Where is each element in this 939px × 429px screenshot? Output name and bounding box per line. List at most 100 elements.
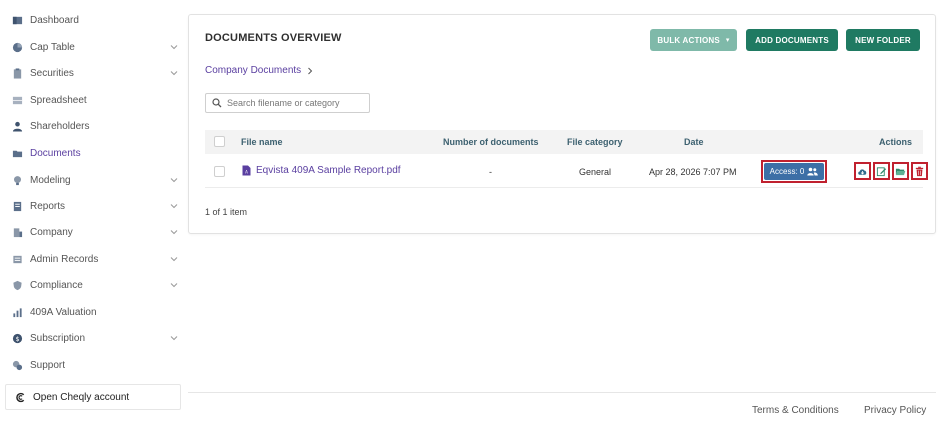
file-name-text: Eqvista 409A Sample Report.pdf: [256, 165, 401, 176]
breadcrumb[interactable]: Company Documents: [205, 65, 314, 76]
new-folder-button[interactable]: NEW FOLDER: [846, 29, 920, 51]
cheqly-label: Open Cheqly account: [33, 391, 130, 403]
move-to-folder-button[interactable]: [892, 162, 909, 180]
sidebar-item-company[interactable]: Company: [12, 222, 184, 242]
sidebar-item-label: Documents: [30, 147, 81, 159]
number-of-documents-cell: -: [489, 167, 492, 177]
footer-divider: [188, 392, 936, 393]
cheqly-logo-icon: [15, 392, 26, 403]
terms-link[interactable]: Terms & Conditions: [752, 405, 839, 416]
file-name-link[interactable]: A Eqvista 409A Sample Report.pdf: [242, 165, 401, 176]
add-documents-button[interactable]: ADD DOCUMENTS: [746, 29, 838, 51]
building-icon: [12, 227, 23, 238]
sidebar-item-label: Compliance: [30, 279, 83, 291]
sidebar-item-409a-valuation[interactable]: 409A Valuation: [12, 302, 184, 322]
spreadsheet-icon: [12, 95, 23, 106]
sidebar-item-securities[interactable]: Securities: [12, 63, 184, 83]
clipboard-icon: [12, 67, 23, 79]
column-file-category[interactable]: File category: [567, 137, 623, 147]
edit-button[interactable]: [873, 162, 890, 180]
open-cheqly-account-button[interactable]: Open Cheqly account: [5, 384, 181, 410]
breadcrumb-company-documents: Company Documents: [205, 65, 302, 76]
svg-text:A: A: [245, 169, 248, 174]
documents-card: DOCUMENTS OVERVIEW BULK ACTIONS ▾ ADD DO…: [188, 14, 936, 234]
sidebar-item-shareholders[interactable]: Shareholders: [12, 116, 184, 136]
sidebar-item-compliance[interactable]: Compliance: [12, 275, 184, 295]
pagination-info: 1 of 1 item: [205, 207, 248, 217]
chevron-down-icon: [170, 176, 178, 184]
sidebar-item-support[interactable]: Support: [12, 355, 184, 375]
search-input[interactable]: [227, 98, 367, 108]
svg-text:$: $: [15, 334, 19, 342]
lightbulb-icon: [12, 175, 23, 186]
chevron-right-icon: [306, 67, 314, 75]
chevron-down-icon: [170, 43, 178, 51]
shield-icon: [12, 280, 23, 291]
download-button[interactable]: [854, 162, 871, 180]
access-button[interactable]: Access: 0: [764, 163, 824, 180]
sidebar: Dashboard Cap Table Securities Spreadshe…: [0, 0, 188, 429]
chevron-down-icon: [170, 202, 178, 210]
edit-icon: [876, 166, 887, 176]
pdf-file-icon: A: [242, 165, 251, 176]
select-all-checkbox[interactable]: [214, 136, 225, 147]
file-category-cell: General: [579, 167, 612, 177]
chevron-down-icon: [170, 69, 178, 77]
sidebar-item-spreadsheet[interactable]: Spreadsheet: [12, 90, 184, 110]
access-highlight: Access: 0: [761, 160, 827, 183]
search-icon: [212, 98, 222, 108]
users-icon: [807, 167, 819, 176]
sidebar-item-label: 409A Valuation: [30, 306, 97, 318]
chevron-down-icon: [170, 334, 178, 342]
cloud-download-icon: [858, 168, 867, 175]
sidebar-item-label: Admin Records: [30, 253, 99, 265]
records-icon: [12, 254, 23, 265]
sidebar-item-reports[interactable]: Reports: [12, 196, 184, 216]
sidebar-item-label: Shareholders: [30, 120, 90, 132]
sidebar-item-label: Securities: [30, 67, 74, 79]
dashboard-icon: [12, 15, 23, 26]
sidebar-item-label: Support: [30, 359, 66, 371]
search-box: [205, 93, 370, 113]
sidebar-item-label: Modeling: [30, 174, 71, 186]
pie-chart-icon: [12, 42, 23, 53]
sidebar-item-dashboard[interactable]: Dashboard: [12, 10, 184, 30]
column-actions: Actions: [879, 137, 913, 147]
chevron-down-icon: [170, 255, 178, 263]
sidebar-item-label: Dashboard: [30, 14, 79, 26]
privacy-link[interactable]: Privacy Policy: [864, 405, 926, 416]
chevron-down-icon: [170, 281, 178, 289]
bulk-actions-label: BULK ACTIONS: [657, 35, 720, 45]
row-checkbox[interactable]: [214, 166, 225, 177]
sidebar-item-documents[interactable]: Documents: [12, 143, 184, 163]
page-title: DOCUMENTS OVERVIEW: [205, 32, 342, 44]
dollar-icon: $: [12, 333, 23, 344]
delete-button[interactable]: [911, 162, 928, 180]
sidebar-item-cap-table[interactable]: Cap Table: [12, 37, 184, 57]
sidebar-item-subscription[interactable]: $ Subscription: [12, 328, 184, 348]
caret-down-icon: ▾: [725, 37, 730, 44]
chevron-down-icon: [170, 228, 178, 236]
bulk-actions-button[interactable]: BULK ACTIONS ▾: [650, 29, 737, 51]
chart-icon: [12, 307, 23, 318]
sidebar-item-modeling[interactable]: Modeling: [12, 170, 184, 190]
sidebar-item-label: Spreadsheet: [30, 94, 87, 106]
column-file-name[interactable]: File name: [241, 137, 283, 147]
sidebar-item-label: Subscription: [30, 332, 86, 344]
table-header: File name Number of documents File categ…: [205, 130, 923, 154]
table-row: A Eqvista 409A Sample Report.pdf - Gener…: [205, 156, 928, 188]
column-date[interactable]: Date: [684, 137, 704, 147]
report-icon: [12, 201, 23, 212]
support-icon: [12, 360, 23, 371]
sidebar-item-label: Cap Table: [30, 41, 75, 53]
sidebar-item-admin-records[interactable]: Admin Records: [12, 249, 184, 269]
sidebar-item-label: Company: [30, 226, 73, 238]
trash-icon: [915, 166, 924, 176]
column-number-of-documents[interactable]: Number of documents: [443, 137, 539, 147]
access-label: Access: 0: [769, 167, 805, 176]
user-icon: [12, 121, 23, 132]
folder-icon: [12, 148, 23, 159]
folder-open-icon: [895, 168, 906, 175]
date-cell: Apr 28, 2026 7:07 PM: [649, 167, 737, 177]
sidebar-item-label: Reports: [30, 200, 66, 212]
